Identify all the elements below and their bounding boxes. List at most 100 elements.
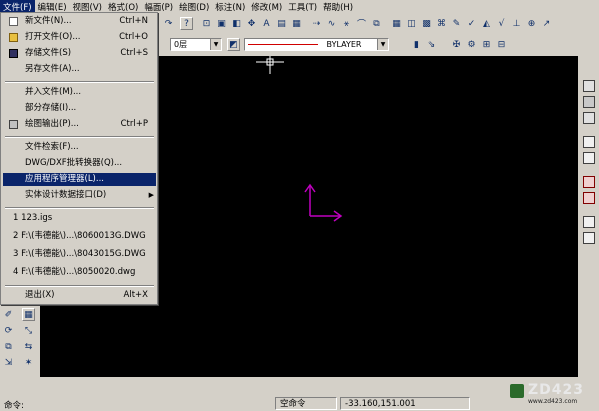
properties-icon[interactable]: ▤ bbox=[275, 17, 288, 30]
gear-icon[interactable]: ⚙ bbox=[465, 38, 478, 51]
menu-item-app-manager[interactable]: 应用程序管理器(L)... bbox=[3, 173, 156, 186]
menu-view[interactable]: 视图(V) bbox=[70, 0, 105, 13]
view-front-icon[interactable] bbox=[583, 80, 595, 92]
note-icon[interactable]: ✎ bbox=[450, 17, 463, 30]
weld-icon[interactable]: ◭ bbox=[480, 17, 493, 30]
menu-item-label: 绘图输出(P)... bbox=[25, 119, 79, 129]
menu-edit[interactable]: 编辑(E) bbox=[35, 0, 70, 13]
curve-icon[interactable]: ∿ bbox=[325, 17, 338, 30]
menu-item-plot[interactable]: 绘图输出(P)... Ctrl+P bbox=[3, 118, 156, 131]
coordinate-readout: -33.160,151.001 bbox=[340, 397, 470, 410]
menu-help[interactable]: 帮助(H) bbox=[320, 0, 356, 13]
menu-item-label: 3 F:\(韦德能\)...\8043015G.DWG bbox=[13, 249, 146, 259]
zoom-window-icon[interactable]: ⊡ bbox=[200, 17, 213, 30]
menu-item-label: 并入文件(M)... bbox=[25, 87, 82, 97]
draw-tool-icon[interactable]: ✐ bbox=[2, 308, 15, 321]
menu-item-recent-1[interactable]: 1 123.igs bbox=[3, 212, 156, 225]
printer-icon bbox=[9, 120, 18, 129]
linetype-combo[interactable]: BYLAYER ▼ bbox=[244, 38, 389, 51]
menu-item-file-search[interactable]: 文件检索(F)... bbox=[3, 141, 156, 154]
menu-item-label: 文件检索(F)... bbox=[25, 142, 79, 152]
menu-separator bbox=[5, 136, 154, 138]
offset-icon[interactable]: ⧉ bbox=[370, 17, 383, 30]
watermark-subtext: www.zd423.com bbox=[528, 398, 578, 405]
menu-item-batch-converter[interactable]: DWG/DXF批转换器(Q)... bbox=[3, 157, 156, 170]
scale-icon[interactable]: ⤡ bbox=[22, 324, 35, 337]
datum-icon[interactable]: ⊥ bbox=[510, 17, 523, 30]
menu-item-save-file[interactable]: 存储文件(S) Ctrl+S bbox=[3, 47, 156, 60]
tolerance-icon[interactable]: ⊕ bbox=[525, 17, 538, 30]
save-disk-icon bbox=[9, 49, 18, 58]
menu-item-shortcut: Ctrl+O bbox=[119, 32, 148, 42]
menu-item-open-file[interactable]: 打开文件(O)... Ctrl+O bbox=[3, 31, 156, 44]
menu-tools[interactable]: 工具(T) bbox=[285, 0, 320, 13]
menu-item-partial-save[interactable]: 部分存储(I)... bbox=[3, 102, 156, 115]
snap-icon[interactable]: ▮ bbox=[410, 38, 423, 51]
menu-item-data-interface[interactable]: 实体设计数据接口(D) ▶ bbox=[3, 189, 156, 202]
view-side-icon[interactable] bbox=[583, 112, 595, 124]
explode-icon[interactable]: ✶ bbox=[22, 356, 35, 369]
menu-item-merge-file[interactable]: 并入文件(M)... bbox=[3, 86, 156, 99]
menu-item-save-as[interactable]: 另存文件(A)... bbox=[3, 63, 156, 76]
menu-sheet[interactable]: 幅面(P) bbox=[141, 0, 176, 13]
menu-item-exit[interactable]: 退出(X) Alt+X bbox=[3, 289, 156, 302]
redo-icon[interactable]: ↷ bbox=[162, 17, 175, 30]
detail-icon[interactable] bbox=[583, 152, 595, 164]
ortho-icon[interactable]: ⇘ bbox=[425, 38, 438, 51]
menu-item-shortcut: Ctrl+P bbox=[120, 119, 148, 129]
view-top-icon[interactable] bbox=[583, 96, 595, 108]
frame-icon[interactable]: ⊟ bbox=[495, 38, 508, 51]
zoom-all-icon[interactable]: ▣ bbox=[215, 17, 228, 30]
table-tool-icon[interactable]: ▦ bbox=[22, 308, 35, 321]
rotate-icon[interactable]: ⟳ bbox=[2, 324, 15, 337]
table-icon[interactable]: ▦ bbox=[290, 17, 303, 30]
menu-item-label: 1 123.igs bbox=[13, 213, 53, 223]
drawing-canvas[interactable] bbox=[160, 56, 578, 377]
color-icon[interactable]: ◩ bbox=[227, 38, 240, 51]
stretch-icon[interactable]: ⇲ bbox=[2, 356, 15, 369]
block-icon[interactable]: ◫ bbox=[405, 17, 418, 30]
grid-icon[interactable]: ▦ bbox=[390, 17, 403, 30]
title-block-icon[interactable] bbox=[583, 192, 595, 204]
copy-icon[interactable]: ⧉ bbox=[2, 340, 15, 353]
part-icon[interactable] bbox=[583, 216, 595, 228]
move-icon[interactable]: ⇆ bbox=[22, 340, 35, 353]
image-icon[interactable]: ▩ bbox=[420, 17, 433, 30]
menu-draw[interactable]: 绘图(D) bbox=[176, 0, 212, 13]
menu-item-recent-2[interactable]: 2 F:\(韦德能\)...\8060013G.DWG bbox=[3, 230, 156, 243]
bom-icon[interactable] bbox=[583, 176, 595, 188]
lock-icon[interactable]: ⊞ bbox=[480, 38, 493, 51]
menu-item-label: 2 F:\(韦德能\)...\8060013G.DWG bbox=[13, 231, 146, 241]
coordinate-text: -33.160,151.001 bbox=[345, 399, 416, 409]
menu-format[interactable]: 格式(O) bbox=[105, 0, 141, 13]
menu-item-label: 新文件(N)... bbox=[25, 16, 72, 26]
layer-combo[interactable]: 0层 ▼ bbox=[170, 38, 222, 51]
submenu-arrow-icon: ▶ bbox=[148, 191, 154, 199]
chevron-down-icon[interactable]: ▼ bbox=[210, 39, 221, 50]
menu-item-label: 退出(X) bbox=[25, 290, 55, 300]
menu-item-recent-3[interactable]: 3 F:\(韦德能\)...\8043015G.DWG bbox=[3, 248, 156, 261]
menu-dimension[interactable]: 标注(N) bbox=[212, 0, 248, 13]
menu-separator bbox=[5, 207, 154, 209]
section-icon[interactable] bbox=[583, 136, 595, 148]
pan-icon[interactable]: ✥ bbox=[245, 17, 258, 30]
mirror-icon[interactable]: ⚹ bbox=[340, 17, 353, 30]
menu-modify[interactable]: 修改(M) bbox=[248, 0, 285, 13]
assembly-icon[interactable] bbox=[583, 232, 595, 244]
arrow-right-icon[interactable]: ⇢ bbox=[310, 17, 323, 30]
roughness-icon[interactable]: √ bbox=[495, 17, 508, 30]
chevron-down-icon[interactable]: ▼ bbox=[377, 39, 388, 50]
menu-item-new-file[interactable]: 新文件(N)... Ctrl+N bbox=[3, 15, 156, 28]
text-icon[interactable]: A bbox=[260, 17, 273, 30]
layer-icon[interactable]: ◧ bbox=[230, 17, 243, 30]
hatch-icon[interactable]: ✠ bbox=[450, 38, 463, 51]
symbol-icon[interactable]: ⌘ bbox=[435, 17, 448, 30]
check-icon[interactable]: ✓ bbox=[465, 17, 478, 30]
menu-item-recent-4[interactable]: 4 F:\(韦德能\)...\8050020.dwg bbox=[3, 266, 156, 279]
help-icon[interactable]: ? bbox=[180, 17, 193, 30]
menu-file[interactable]: 文件(F) bbox=[0, 0, 35, 13]
leader-icon[interactable]: ↗ bbox=[540, 17, 553, 30]
arc-icon[interactable]: ⌒ bbox=[355, 17, 368, 30]
menu-item-label: 部分存储(I)... bbox=[25, 103, 77, 113]
open-folder-icon bbox=[9, 33, 18, 42]
